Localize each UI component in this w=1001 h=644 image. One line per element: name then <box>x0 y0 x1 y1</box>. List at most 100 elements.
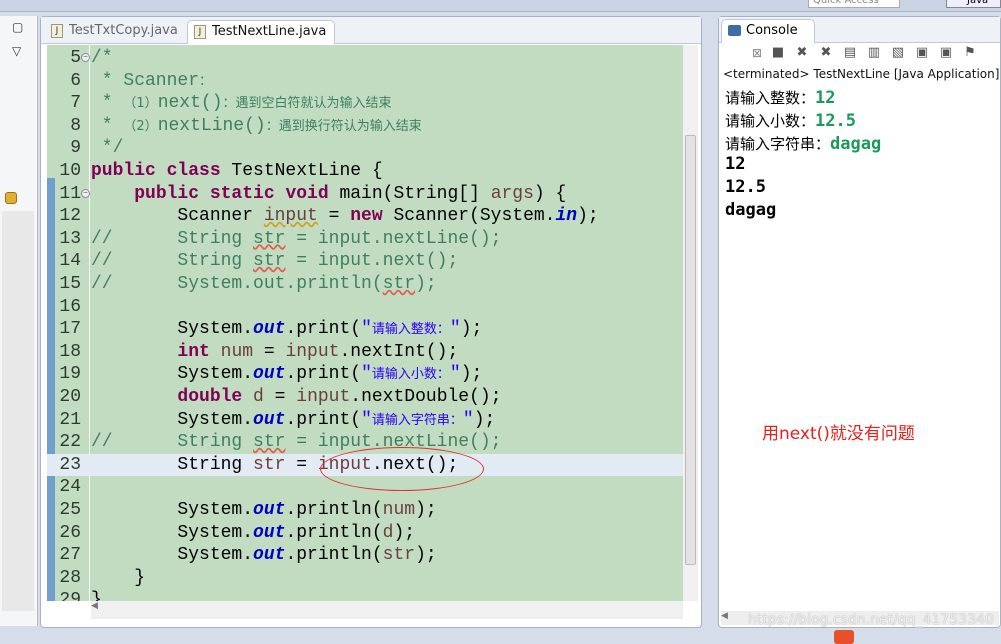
console-prompt-line: 请输入整数：12 <box>725 88 836 108</box>
line-number: 17 <box>59 319 81 340</box>
line-number: 23 <box>59 454 81 475</box>
code-line[interactable]: 7 * （1）next()：遇到空白符就认为输入结束 <box>47 92 683 115</box>
red-circle-annotation <box>320 447 484 491</box>
tab-label: TestNextLine.java <box>212 24 327 39</box>
horizontal-scrollbar[interactable]: ◀ <box>91 601 683 619</box>
console-prompt-line: 请输入字符串：dagag <box>725 134 882 154</box>
code-line[interactable]: 20 double d = input.nextDouble(); <box>47 386 683 409</box>
code-token: = <box>253 341 286 362</box>
remove-launch-icon[interactable]: ✖ <box>793 45 811 65</box>
word-wrap-icon[interactable]: ▧ <box>889 45 907 65</box>
code-token: * Scanner <box>91 70 200 91</box>
code-token: .println( <box>285 500 383 520</box>
code-line[interactable]: 16 <box>47 296 683 319</box>
restore-icon[interactable]: ▢ <box>12 20 23 34</box>
vertical-scrollbar[interactable] <box>683 45 698 601</box>
code-token: d <box>382 522 394 543</box>
code-token: input <box>285 341 340 362</box>
code-token: public static void <box>134 183 329 204</box>
code-line[interactable]: 25 System.out.println(num); <box>47 499 683 522</box>
line-number: 10 <box>59 161 81 181</box>
console-view: Console ⊠ ■ ✖ ✖ ▤ ▥ ▧ ▣ ▣ ⚑ <terminated>… <box>718 16 1001 628</box>
code-token: .nextDouble(); <box>350 387 502 407</box>
tab-testtxtcopy[interactable]: J TestTxtCopy.java <box>45 20 185 44</box>
fold-toggle-icon[interactable]: − <box>81 53 90 62</box>
code-token: main(String[] <box>328 183 491 204</box>
code-text: System.out.print("请输入整数："); <box>91 318 482 342</box>
code-token: TestNextLine { <box>220 161 383 181</box>
code-token: } <box>91 590 102 601</box>
watermark: https://blog.csdn.net/qq_41753340 <box>748 612 994 628</box>
scrollbar[interactable] <box>2 211 34 611</box>
pin-console-icon[interactable]: ⚑ <box>961 45 979 65</box>
tab-testnextline[interactable]: J TestNextLine.java ⊠ <box>187 20 335 61</box>
show-on-stdout-icon[interactable]: ▣ <box>913 45 931 65</box>
code-token: in <box>555 206 578 227</box>
code-token: System. <box>91 545 254 566</box>
code-line[interactable]: 18 int num = input.nextInt(); <box>47 341 683 364</box>
quick-access-input[interactable]: Quick Access <box>808 0 900 8</box>
system-tray <box>830 628 1001 644</box>
code-line[interactable]: 14 // String str = input.next(); <box>47 250 683 273</box>
line-number: 29 <box>59 590 81 601</box>
code-token: " <box>462 409 474 430</box>
code-line[interactable]: 17 System.out.print("请输入整数："); <box>47 318 683 341</box>
code-token: " <box>361 409 372 430</box>
code-line[interactable]: 29} <box>47 589 683 601</box>
code-token: = input.next(); <box>285 251 459 272</box>
remove-all-icon[interactable]: ✖ <box>817 45 835 65</box>
java-file-icon: J <box>51 24 63 38</box>
code-line[interactable]: 8 * （2）nextLine()：遇到换行符认为输入结束 <box>47 115 683 138</box>
code-line[interactable]: 9 */ <box>47 137 683 160</box>
annotation-text: 用next()就没有问题 <box>762 424 915 444</box>
view-menu-icon[interactable]: ▽ <box>12 44 21 58</box>
code-line[interactable]: 12 Scanner input = new Scanner(System.in… <box>47 205 683 228</box>
line-number: 16 <box>59 296 81 317</box>
code-token: 请输入字符串： <box>371 412 463 428</box>
code-token: = <box>317 206 351 227</box>
code-token: = input.nextLine(); <box>285 228 502 249</box>
clear-console-icon[interactable]: ▤ <box>841 45 859 65</box>
line-number: 19 <box>59 364 81 385</box>
main-toolbar: Quick Access Java <box>0 0 1001 12</box>
code-token: ); <box>415 545 437 566</box>
line-number: 15 <box>59 274 81 294</box>
java-perspective-button[interactable]: Java <box>946 0 1001 8</box>
terminate-icon[interactable]: ■ <box>769 45 787 65</box>
code-line[interactable]: 13 // String str = input.nextLine(); <box>47 228 683 251</box>
code-token: 请输入小数： <box>371 367 450 383</box>
code-token: .print( <box>285 319 362 340</box>
code-line[interactable]: 21 System.out.print("请输入字符串："); <box>47 409 683 432</box>
code-line[interactable]: 26 System.out.println(d); <box>47 522 683 545</box>
code-line[interactable]: 28 } <box>47 567 683 590</box>
code-token: " <box>361 364 372 385</box>
warning-marker-icon <box>5 192 17 204</box>
code-line[interactable]: 15 // System.out.println(str); <box>47 273 683 296</box>
tab-console[interactable]: Console ⊠ <box>721 19 815 60</box>
editor-tabs: J TestTxtCopy.java J TestNextLine.java ⊠ <box>41 17 701 61</box>
code-token: ); <box>473 409 496 430</box>
show-on-stderr-icon[interactable]: ▣ <box>937 45 955 65</box>
line-number: 8 <box>70 115 81 136</box>
line-number: 9 <box>70 138 81 159</box>
code-token: " <box>449 364 461 385</box>
code-line[interactable]: 10 public class TestNextLine { <box>47 160 683 183</box>
close-icon[interactable]: ⊠ <box>752 46 762 60</box>
code-line[interactable]: 6 * Scanner： <box>47 70 683 93</box>
code-token: // String <box>91 251 254 272</box>
code-line[interactable]: 11− public static void main(String[] arg… <box>47 183 683 206</box>
code-token: nextLine() <box>157 115 266 136</box>
code-text: // String str = input.nextLine(); <box>91 228 501 251</box>
line-number: 6 <box>70 70 81 91</box>
code-line[interactable]: 19 System.out.print("请输入小数："); <box>47 363 683 386</box>
code-line[interactable]: 5−/* <box>47 47 683 70</box>
scroll-lock-icon[interactable]: ▥ <box>865 45 883 65</box>
code-token: int <box>177 341 210 362</box>
code-area[interactable]: 5−/* 6 * Scanner： 7 * （1）next()：遇到空白符就认为输入… <box>47 45 683 601</box>
fold-toggle-icon[interactable]: − <box>81 188 90 198</box>
code-token: out <box>253 364 286 385</box>
code-line[interactable]: 27 System.out.println(str); <box>47 544 683 567</box>
line-number: 22 <box>59 432 81 453</box>
code-text: System.out.println(str); <box>91 544 437 567</box>
